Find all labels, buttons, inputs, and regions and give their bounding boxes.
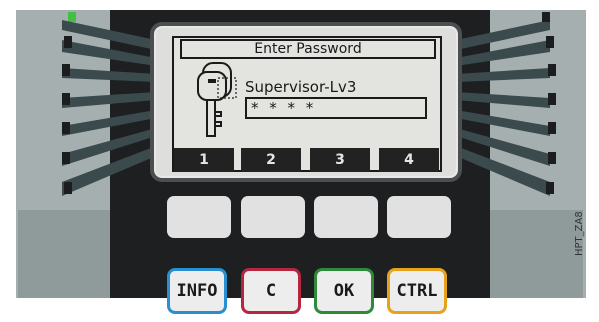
key-slot (208, 79, 216, 83)
figure-id: HPT_ZA8 (574, 211, 585, 256)
led-slot (548, 64, 556, 76)
blank-button-4[interactable] (387, 196, 451, 238)
ok-button[interactable]: OK (314, 268, 374, 314)
softkey-1[interactable]: 1 (174, 148, 234, 172)
device-front-panel: Enter Password Supervisor-Lv3 * * * * 1 … (0, 0, 599, 322)
c-button[interactable]: C (241, 268, 301, 314)
left-led-slots (62, 36, 72, 194)
softkey-2[interactable]: 2 (241, 148, 301, 172)
display-title: Enter Password (180, 39, 436, 59)
left-leader (62, 68, 156, 82)
softkey-4[interactable]: 4 (379, 148, 439, 172)
password-field[interactable]: * * * * (245, 97, 427, 119)
key-shaft (206, 99, 216, 137)
led-slot (546, 36, 554, 48)
led-slot (548, 152, 556, 164)
led-slot (62, 93, 70, 105)
led-slot (64, 182, 72, 194)
led-slot (548, 122, 556, 134)
led-slot (62, 122, 70, 134)
led-indicator (68, 12, 76, 22)
key-icon (197, 62, 237, 137)
user-level-label: Supervisor-Lv3 (245, 78, 357, 96)
led-slot (546, 182, 554, 194)
blank-button-2[interactable] (241, 196, 305, 238)
left-leader (62, 92, 156, 108)
blank-button-1[interactable] (167, 196, 231, 238)
info-button[interactable]: INFO (167, 268, 227, 314)
led-slot (62, 64, 70, 76)
led-slot (64, 36, 72, 48)
right-indicator-group (456, 20, 550, 196)
led-slot (542, 12, 550, 22)
led-slot (548, 93, 556, 105)
led-slot (62, 152, 70, 164)
key-head-front (197, 71, 227, 101)
softkey-3[interactable]: 3 (310, 148, 370, 172)
left-indicator-group (62, 12, 156, 196)
blank-button-3[interactable] (314, 196, 378, 238)
right-leader (456, 68, 550, 82)
ctrl-button[interactable]: CTRL (387, 268, 447, 314)
right-leader (456, 92, 550, 108)
